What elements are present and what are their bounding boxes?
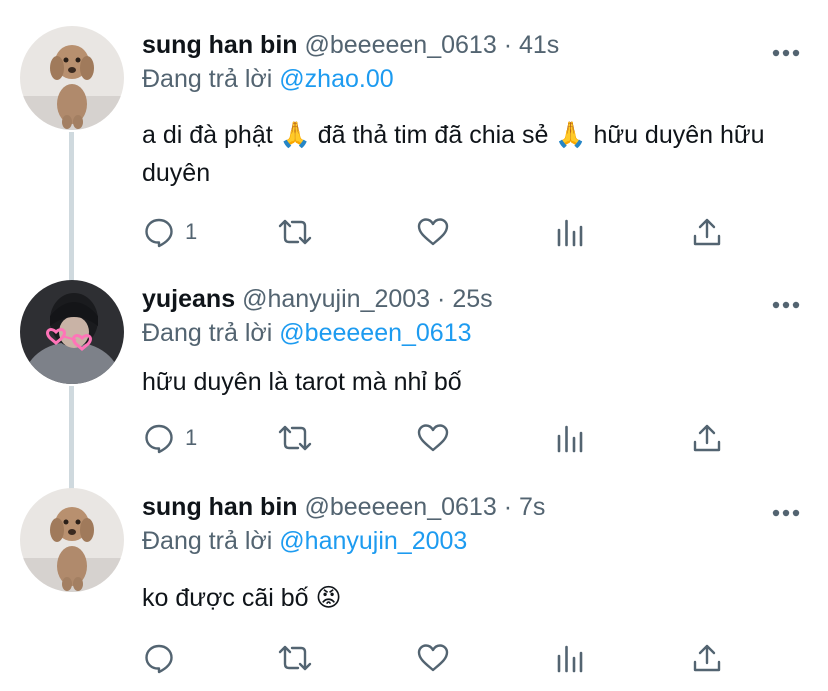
reply-thread: sung han bin @beeeeen_0613 · 41s Đang tr… xyxy=(0,0,828,691)
folded-hands-emoji: 🙏 xyxy=(555,121,587,149)
replying-to-label: Đang trả lời xyxy=(142,319,273,347)
tweet-text-segment: ko được cãi bố xyxy=(142,584,309,612)
like-button[interactable] xyxy=(416,418,450,458)
reply-icon xyxy=(145,644,173,674)
folded-hands-emoji: 🙏 xyxy=(279,121,311,149)
views-button[interactable] xyxy=(556,212,584,252)
retweet-icon xyxy=(278,425,312,451)
tweet[interactable]: sung han bin @beeeeen_0613 · 41s Đang tr… xyxy=(0,0,828,280)
tweet-text-segment: đã thả tim đã chia sẻ xyxy=(310,121,556,149)
views-icon xyxy=(557,645,583,673)
tweet-header: sung han bin @beeeeen_0613 · 41s xyxy=(142,28,559,62)
reply-icon xyxy=(145,424,173,454)
timestamp[interactable]: 41s xyxy=(519,31,559,59)
replying-to: Đang trả lời @beeeeen_0613 xyxy=(142,316,472,350)
share-button[interactable] xyxy=(692,418,722,458)
reply-icon xyxy=(145,218,173,248)
timestamp[interactable]: 7s xyxy=(519,493,545,521)
separator-dot: · xyxy=(503,31,513,59)
share-button[interactable] xyxy=(692,638,722,678)
mention-link[interactable]: @beeeeen_0613 xyxy=(279,319,471,347)
display-name[interactable]: sung han bin xyxy=(142,31,298,59)
share-icon xyxy=(693,644,721,672)
reply-count: 1 xyxy=(185,425,198,450)
replying-to: Đang trả lời @hanyujin_2003 xyxy=(142,524,467,558)
tweet-text: hữu duyên là tarot mà nhỉ bố xyxy=(142,368,462,396)
retweet-button[interactable] xyxy=(277,638,313,678)
retweet-icon xyxy=(278,219,312,245)
like-button[interactable] xyxy=(416,638,450,678)
share-icon xyxy=(693,218,721,246)
reply-button[interactable] xyxy=(143,638,185,678)
replying-to-label: Đang trả lời xyxy=(142,65,273,93)
tweet-text: a di đà phật 🙏 đã thả tim đã chia sẻ 🙏 h… xyxy=(142,116,782,192)
poodle-avatar-image xyxy=(20,488,124,592)
views-button[interactable] xyxy=(556,638,584,678)
action-bar: 1 xyxy=(0,418,828,458)
heart-icon xyxy=(417,644,449,672)
avatar[interactable] xyxy=(20,26,124,130)
reply-count: 1 xyxy=(185,219,198,244)
retweet-button[interactable] xyxy=(277,418,313,458)
retweet-icon xyxy=(278,645,312,671)
mention-link[interactable]: @zhao.00 xyxy=(279,65,393,93)
tweet-header: yujeans @hanyujin_2003 · 25s xyxy=(142,282,493,316)
timestamp[interactable]: 25s xyxy=(452,285,492,313)
poodle-avatar-image xyxy=(20,26,124,130)
avatar[interactable] xyxy=(20,488,124,592)
separator-dot: · xyxy=(437,285,446,313)
tweet[interactable]: yujeans @hanyujin_2003 · 25s Đang trả lờ… xyxy=(0,280,828,488)
tweet-text: ko được cãi bố 😡 xyxy=(142,579,782,617)
share-button[interactable] xyxy=(692,212,722,252)
mention-link[interactable]: @hanyujin_2003 xyxy=(279,527,467,555)
reply-button[interactable]: 1 xyxy=(143,212,197,252)
action-bar: 1 xyxy=(0,212,828,252)
user-handle[interactable]: @hanyujin_2003 xyxy=(242,285,430,313)
tweet[interactable]: sung han bin @beeeeen_0613 · 7s Đang trả… xyxy=(0,488,828,691)
angry-face-emoji: 😡 xyxy=(315,584,342,612)
display-name[interactable]: sung han bin xyxy=(142,493,298,521)
views-button[interactable] xyxy=(556,418,584,458)
views-icon xyxy=(557,219,583,247)
tweet-text-segment: a di đà phật xyxy=(142,121,280,149)
separator-dot: · xyxy=(503,493,513,521)
more-icon[interactable] xyxy=(772,44,800,57)
display-name[interactable]: yujeans xyxy=(142,285,235,313)
action-bar xyxy=(0,638,828,678)
tweet-header: sung han bin @beeeeen_0613 · 7s xyxy=(142,490,545,524)
share-icon xyxy=(693,424,721,452)
user-handle[interactable]: @beeeeen_0613 xyxy=(305,31,497,59)
like-button[interactable] xyxy=(416,212,450,252)
more-icon[interactable] xyxy=(772,296,800,309)
person-avatar-image xyxy=(20,280,124,384)
reply-button[interactable]: 1 xyxy=(143,418,197,458)
heart-icon xyxy=(417,218,449,246)
retweet-button[interactable] xyxy=(277,212,313,252)
views-icon xyxy=(557,425,583,453)
heart-icon xyxy=(417,424,449,452)
replying-to-label: Đang trả lời xyxy=(142,527,273,555)
more-icon[interactable] xyxy=(772,504,800,517)
user-handle[interactable]: @beeeeen_0613 xyxy=(305,493,497,521)
avatar[interactable] xyxy=(20,280,124,384)
replying-to: Đang trả lời @zhao.00 xyxy=(142,62,394,96)
